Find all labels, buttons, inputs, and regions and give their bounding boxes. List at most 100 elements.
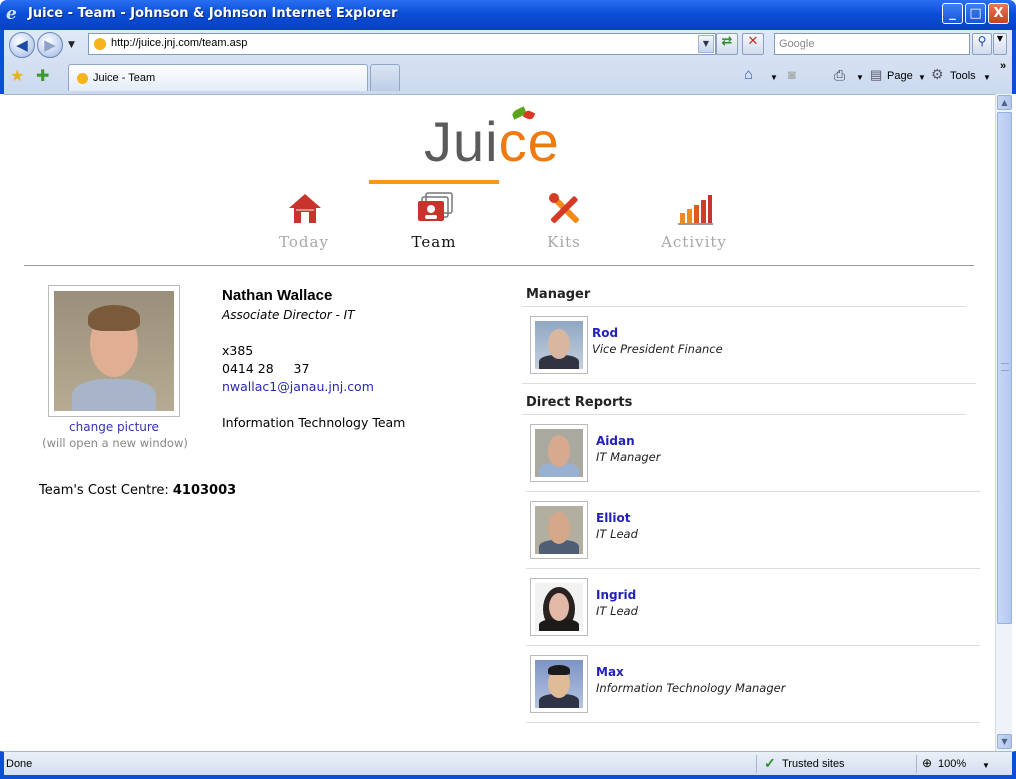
manager-header-rule [522, 306, 966, 307]
gear-icon: ⚙ [931, 66, 944, 82]
report-photo [535, 429, 583, 477]
manager-role: Vice President Finance [592, 342, 723, 356]
report-role: IT Lead [596, 527, 638, 541]
close-button[interactable]: X [988, 3, 1009, 24]
toolbar-overflow-icon[interactable]: » [1000, 60, 1006, 72]
change-picture-note: (will open a new window) [42, 436, 188, 450]
report-photo [535, 506, 583, 554]
search-icon[interactable]: ⚲ [972, 33, 992, 55]
add-favorite-icon[interactable]: ✚ [36, 66, 49, 85]
report-role: IT Manager [596, 450, 661, 464]
tools-icon [549, 193, 580, 224]
manager-photo-frame [530, 316, 588, 374]
cost-centre-label: Team's Cost Centre: [39, 483, 173, 498]
nav-activity-label: Activity [661, 233, 727, 251]
change-picture-link[interactable]: change picture [40, 420, 188, 434]
profile-name: Nathan Wallace [222, 287, 333, 304]
nav-activity[interactable]: Activity [629, 185, 759, 255]
report-photo-frame [530, 501, 588, 559]
feeds-icon[interactable]: ◙ [788, 67, 796, 82]
manager-name-link[interactable]: Rod [592, 326, 618, 340]
tab-row: ★ ✚ Juice - Team ⌂ ▼ ◙ ⎙ ▼ ▤ Page ▼ ⚙ To… [4, 60, 1012, 94]
tab-juice-team[interactable]: Juice - Team [68, 64, 368, 91]
recent-pages-dropdown-icon[interactable]: ▼ [68, 40, 75, 50]
cost-centre-value: 4103003 [172, 483, 237, 498]
profile-team: Information Technology Team [222, 415, 406, 430]
stop-button[interactable]: ✕ [742, 33, 764, 55]
ie-logo-icon: e [6, 4, 17, 24]
page-content: Juice Today Team Kits Activity change pi… [4, 94, 995, 751]
report-name-link[interactable]: Max [596, 665, 624, 679]
team-cards-icon [418, 192, 453, 221]
page-menu[interactable]: Page [887, 70, 913, 82]
profile-title: Associate Director - IT [222, 308, 355, 322]
checkmark-icon: ✓ [764, 755, 776, 771]
home-icon [289, 194, 321, 223]
home-dropdown-icon[interactable]: ▼ [770, 73, 778, 82]
nav-kits[interactable]: Kits [499, 185, 629, 255]
report-card-max[interactable]: Max Information Technology Manager [526, 647, 980, 723]
report-card-ingrid[interactable]: Ingrid IT Lead [526, 570, 980, 646]
zoom-level[interactable]: 100% [938, 758, 966, 770]
address-dropdown-icon[interactable]: ▼ [698, 35, 714, 53]
report-photo [535, 583, 583, 631]
new-tab-button[interactable] [370, 64, 400, 91]
zoom-icon: ⊕ [922, 756, 933, 770]
security-zone[interactable]: Trusted sites [782, 758, 845, 770]
nav-today[interactable]: Today [239, 185, 369, 255]
profile-mobile: 0414 28 37 [222, 361, 310, 376]
tools-menu[interactable]: Tools [950, 70, 976, 82]
logo-text-ju: Ju [424, 110, 486, 173]
profile-photo-frame [48, 285, 180, 417]
scroll-up-icon[interactable]: ▲ [997, 95, 1012, 110]
forward-button[interactable]: ▶ [37, 32, 63, 58]
report-name-link[interactable]: Elliot [596, 511, 631, 525]
direct-reports-header: Direct Reports [526, 395, 633, 410]
logo-text-i: i [485, 110, 499, 173]
search-input[interactable]: Google [774, 33, 970, 55]
direct-reports-header-rule [522, 414, 966, 415]
tab-label: Juice - Team [93, 72, 156, 84]
profile-extension: x385 [222, 343, 254, 358]
active-tab-indicator [369, 180, 499, 184]
print-icon[interactable]: ⎙ [834, 67, 845, 84]
manager-card[interactable]: Rod Vice President Finance [522, 308, 976, 384]
maximize-button[interactable]: □ [965, 3, 986, 24]
page-icon: ▤ [870, 67, 883, 82]
tab-favicon-icon [77, 73, 88, 84]
profile-photo [54, 291, 174, 411]
home-icon[interactable]: ⌂ [744, 66, 753, 83]
profile-email-link[interactable]: nwallac1@janau.jnj.com [222, 379, 374, 394]
report-card-elliot[interactable]: Elliot IT Lead [526, 493, 980, 569]
nav-team[interactable]: Team [369, 185, 499, 255]
bar-chart-icon [678, 195, 713, 225]
report-card-aidan[interactable]: Aidan IT Manager [526, 416, 980, 492]
report-name-link[interactable]: Aidan [596, 434, 635, 448]
title-bar: e Juice - Team - Johnson & Johnson Inter… [0, 0, 1016, 30]
refresh-button[interactable]: ⇄ [716, 33, 738, 55]
window-title: Juice - Team - Johnson & Johnson Interne… [28, 6, 398, 21]
report-photo [535, 660, 583, 708]
zoom-dropdown-icon[interactable]: ▼ [982, 761, 990, 770]
scroll-down-icon[interactable]: ▼ [997, 734, 1012, 749]
juice-logo[interactable]: Juice [420, 103, 580, 173]
report-role: IT Lead [596, 604, 638, 618]
search-options-icon[interactable]: ▼ [993, 33, 1007, 55]
header-divider [24, 265, 974, 266]
minimize-button[interactable]: _ [942, 3, 963, 24]
report-role: Information Technology Manager [596, 681, 786, 695]
page-dropdown-icon[interactable]: ▼ [918, 73, 926, 82]
address-bar[interactable]: http://juice.jnj.com/team.asp ▼ [88, 33, 716, 55]
favorites-star-icon[interactable]: ★ [10, 66, 24, 85]
search-placeholder: Google [779, 38, 815, 50]
nav-today-label: Today [279, 233, 329, 251]
tools-dropdown-icon[interactable]: ▼ [983, 73, 991, 82]
address-url: http://juice.jnj.com/team.asp [111, 37, 248, 49]
scrollbar-thumb[interactable] [997, 112, 1012, 624]
report-name-link[interactable]: Ingrid [596, 588, 636, 602]
vertical-scrollbar[interactable]: ▲ ▼ [995, 94, 1012, 751]
back-button[interactable]: ◀ [9, 32, 35, 58]
print-dropdown-icon[interactable]: ▼ [856, 73, 864, 82]
site-favicon-icon [94, 38, 106, 50]
cost-centre: Team's Cost Centre: 4103003 [39, 483, 236, 498]
